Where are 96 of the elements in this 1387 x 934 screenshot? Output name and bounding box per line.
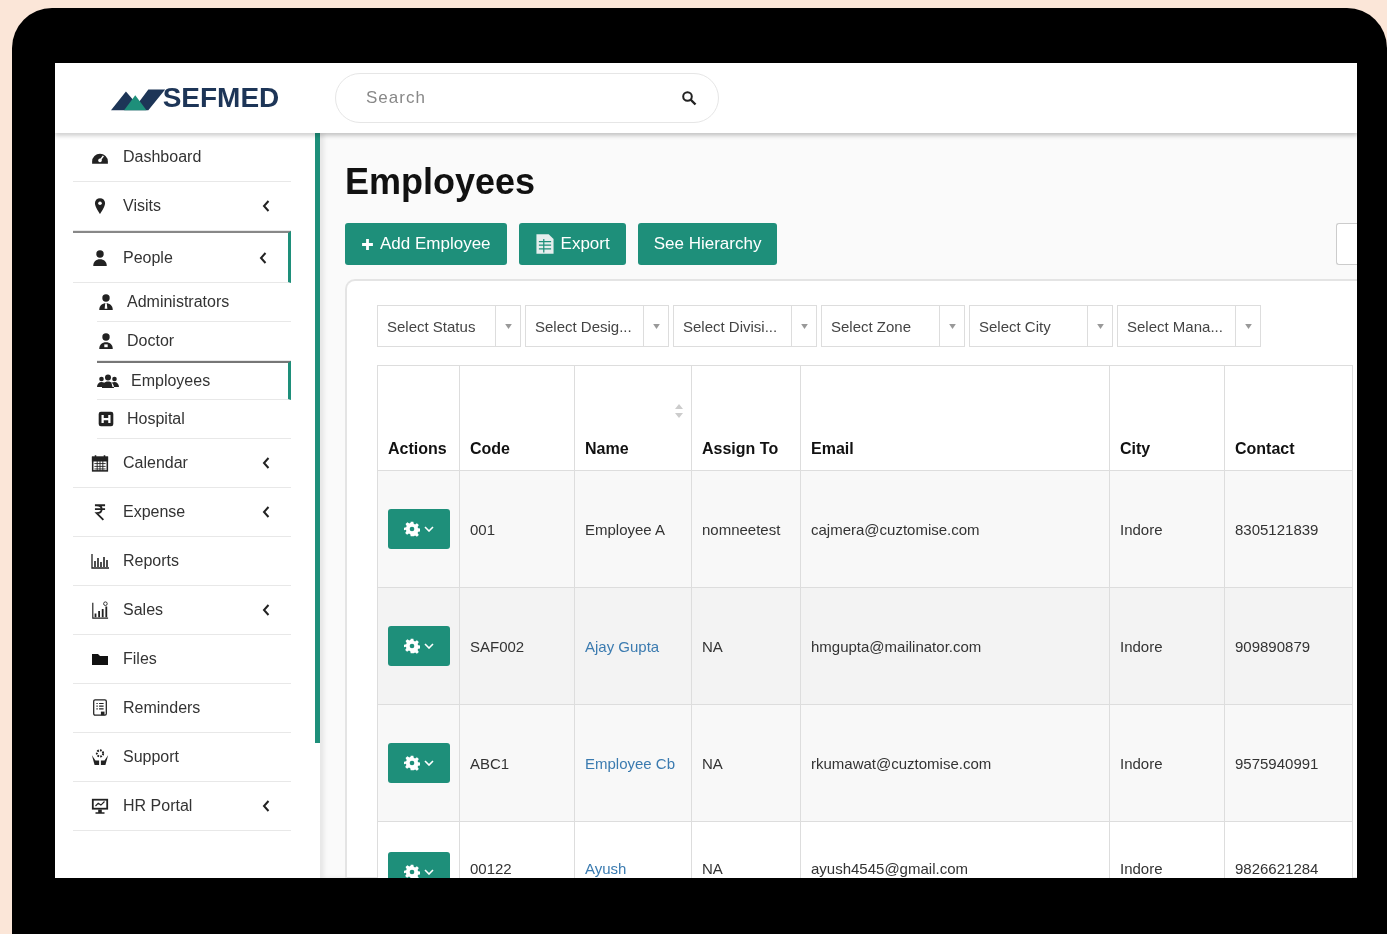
dropdown-arrow-icon[interactable] (948, 323, 956, 329)
table-cell: NA (691, 587, 801, 705)
dropdown-arrow-icon[interactable] (800, 323, 808, 329)
filter-dropdown[interactable]: Select Mana... (1117, 305, 1261, 347)
search-icon[interactable] (681, 90, 697, 106)
sidebar-item[interactable]: Reminders (73, 684, 291, 733)
sidebar-item[interactable]: Expense (73, 488, 291, 537)
table-cell: hmgupta@mailinator.com (800, 587, 1110, 705)
sidebar-item[interactable]: Calendar (73, 439, 291, 488)
settings-icon (404, 864, 420, 878)
column-header: Assign To (691, 365, 801, 471)
table-cell: 001 (459, 470, 575, 588)
doctor-icon (97, 332, 115, 350)
chevron-left-icon[interactable] (261, 456, 271, 470)
hands-gear-icon (91, 748, 109, 766)
name-link[interactable]: Ajay Gupta (574, 587, 692, 705)
settings-icon (404, 521, 420, 537)
user-tie-icon (97, 293, 115, 311)
chevron-left-icon[interactable] (261, 199, 271, 213)
hospital-icon (97, 410, 115, 428)
calendar-icon (91, 454, 109, 472)
scrollbar[interactable] (315, 133, 320, 743)
dropdown-arrow-icon[interactable] (1244, 323, 1252, 329)
actions-dropdown-button[interactable] (388, 509, 450, 549)
dropdown-arrow-icon[interactable] (1096, 323, 1104, 329)
chart-growth-icon (91, 601, 109, 619)
sidebar-subitem[interactable]: Hospital (97, 400, 291, 439)
column-header[interactable]: Name (574, 365, 692, 471)
plus-icon (361, 237, 374, 251)
user-icon (91, 248, 109, 267)
sidebar-subitem[interactable]: Administrators (97, 283, 291, 322)
table-cell: 00122 (459, 821, 575, 878)
actions-dropdown-button[interactable] (388, 743, 450, 783)
sidebar-item[interactable]: Visits (73, 182, 291, 231)
chevron-left-icon[interactable] (261, 603, 271, 617)
table-cell: ABC1 (459, 704, 575, 822)
column-header: Email (800, 365, 1110, 471)
chevron-down-icon (424, 643, 434, 649)
settings-icon (404, 638, 420, 654)
filter-dropdown[interactable]: Select Status (377, 305, 521, 347)
users-icon (97, 372, 119, 390)
column-header: City (1109, 365, 1225, 471)
column-header: Actions (377, 365, 460, 471)
table-cell: 909890879 (1224, 587, 1353, 705)
bar-chart-icon (91, 552, 109, 570)
sidebar-item[interactable]: Dashboard (73, 133, 291, 182)
monitor-icon (91, 797, 109, 815)
search-field[interactable]: Search (335, 73, 719, 123)
table-cell: NA (691, 821, 801, 878)
table-cell: Indore (1109, 587, 1225, 705)
spreadsheet-icon (534, 233, 555, 255)
filter-dropdown[interactable]: Select Divisi... (673, 305, 817, 347)
dropdown-arrow-icon[interactable] (652, 323, 660, 329)
actions-dropdown-button[interactable] (388, 626, 450, 666)
table-cell: rkumawat@cuztomise.com (800, 704, 1110, 822)
sidebar-item[interactable]: Sales (73, 586, 291, 635)
table-cell: cajmera@cuztomise.com (800, 470, 1110, 588)
table-cell: 9826621284 (1224, 821, 1353, 878)
table-cell: 9575940991 (1224, 704, 1353, 822)
chevron-left-icon[interactable] (258, 250, 268, 265)
name-link[interactable]: Ayush (574, 821, 692, 878)
filter-dropdown[interactable]: Select City (969, 305, 1113, 347)
column-header: Code (459, 365, 575, 471)
action-button[interactable]: Add Employee (345, 223, 507, 265)
table-cell: nomneetest (691, 470, 801, 588)
table-cell: Indore (1109, 470, 1225, 588)
action-button[interactable]: Export (518, 223, 626, 265)
sidebar-subitem[interactable]: Employees (97, 361, 291, 400)
page-title: Employees (345, 161, 537, 203)
sidebar-item[interactable]: HR Portal (73, 782, 291, 831)
sidebar-subitem[interactable]: Doctor (97, 322, 291, 361)
table-cell: NA (691, 704, 801, 822)
filter-dropdown[interactable]: Select Zone (821, 305, 965, 347)
sidebar-item[interactable]: Support (73, 733, 291, 782)
table-cell: Indore (1109, 821, 1225, 878)
checklist-icon (91, 699, 109, 717)
filter-dropdown[interactable]: Select Desig... (525, 305, 669, 347)
sidebar-item[interactable]: Reports (73, 537, 291, 586)
settings-icon (404, 755, 420, 771)
sidebar-item[interactable]: People (73, 231, 291, 283)
table-cell: 8305121839 (1224, 470, 1353, 588)
chevron-down-icon (424, 760, 434, 766)
chevron-down-icon (424, 526, 434, 532)
sidebar-item[interactable]: Files (73, 635, 291, 684)
logo-text: SEFMED (162, 82, 280, 114)
dropdown-arrow-icon[interactable] (504, 323, 512, 329)
table-cell: Employee A (574, 470, 692, 588)
chevron-left-icon[interactable] (261, 799, 271, 813)
action-button[interactable]: See Hierarchy (637, 223, 778, 265)
name-link[interactable]: Employee Cb (574, 704, 692, 822)
column-header: Contact (1224, 365, 1353, 471)
chevron-left-icon[interactable] (261, 505, 271, 519)
table-cell: ayush4545@gmail.com (800, 821, 1110, 878)
chevron-down-icon (424, 869, 434, 875)
table-cell: Indore (1109, 704, 1225, 822)
table-cell: SAF002 (459, 587, 575, 705)
